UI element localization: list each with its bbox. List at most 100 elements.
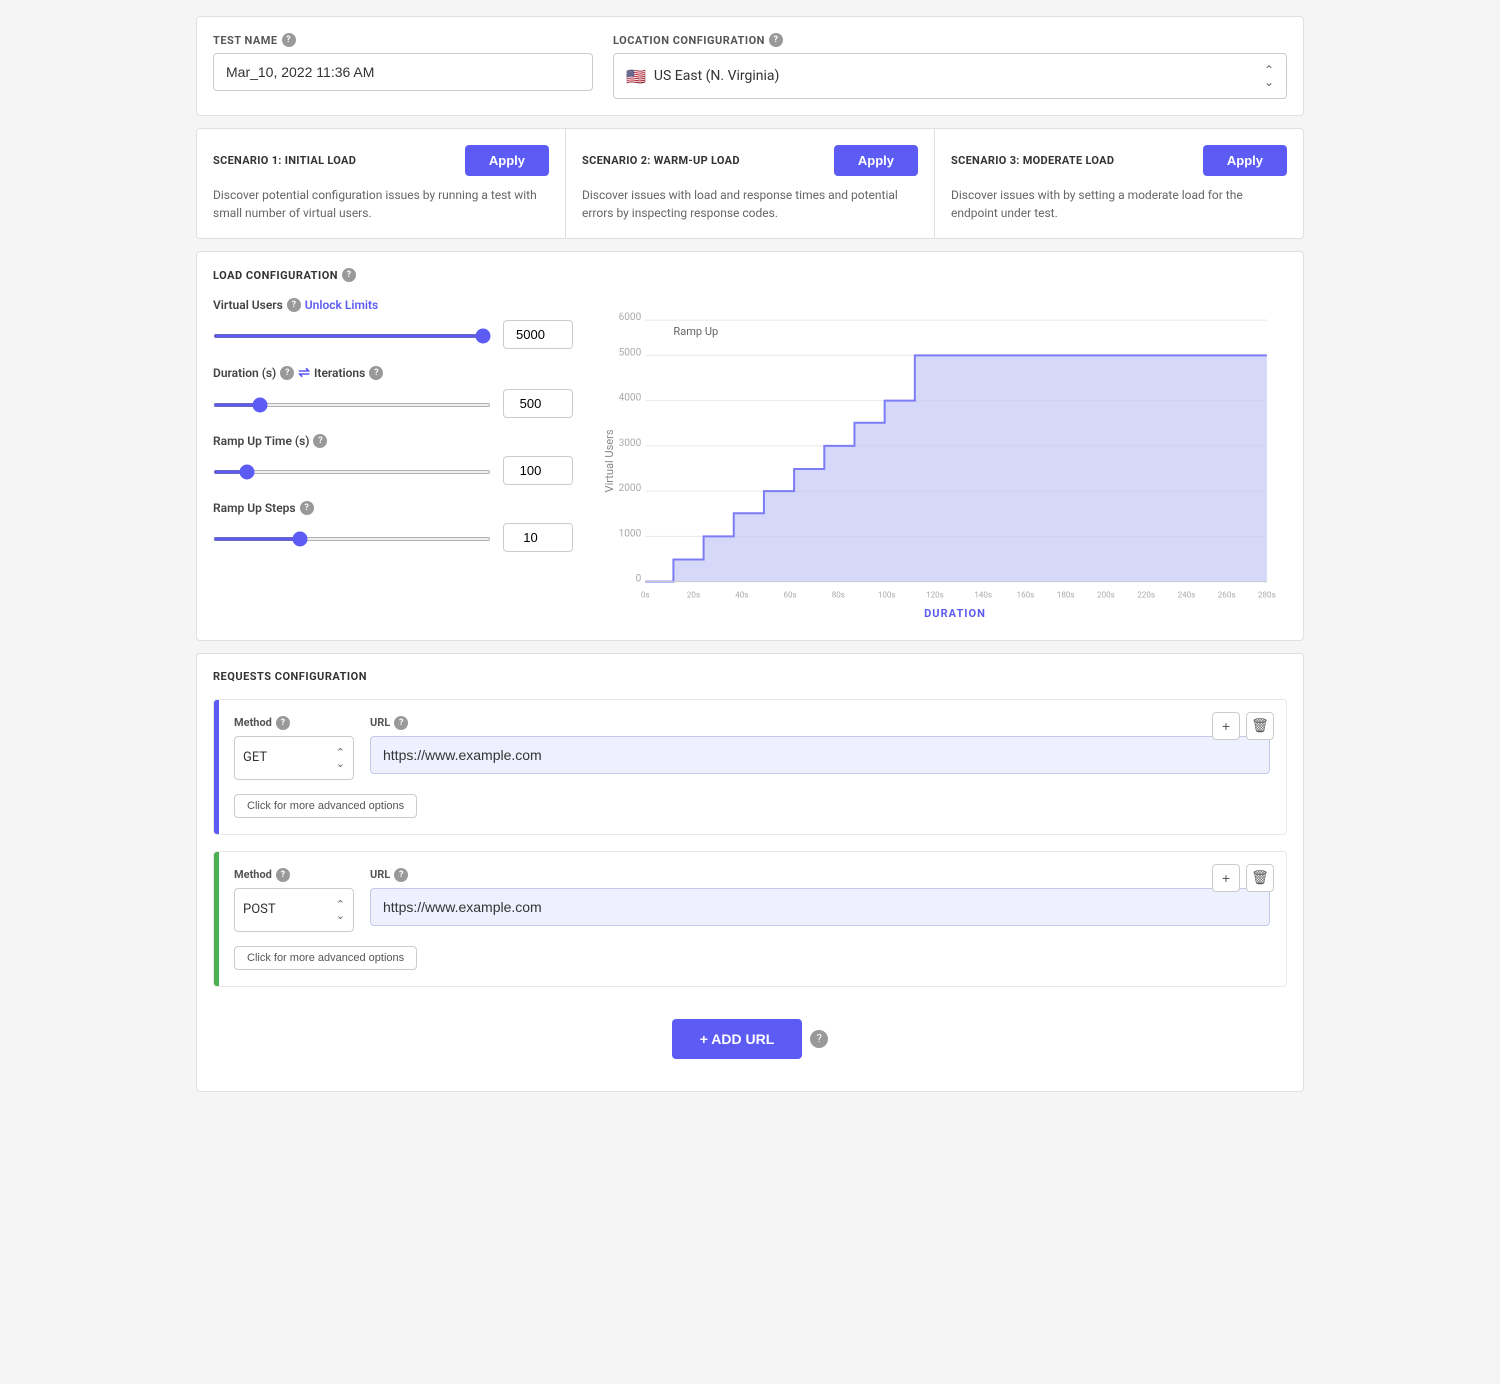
scenario-1-apply-button[interactable]: Apply xyxy=(465,145,549,176)
add-url-button[interactable]: + ADD URL xyxy=(672,1019,803,1059)
scenario-section: SCENARIO 1: INITIAL LOAD Apply Discover … xyxy=(196,128,1304,239)
location-group: LOCATION CONFIGURATION ? 🇺🇸 US East (N. … xyxy=(613,33,1287,99)
scenario-3-desc: Discover issues with by setting a modera… xyxy=(951,186,1287,222)
request-row-1-method-value: GET xyxy=(243,750,267,765)
iterations-help-icon[interactable]: ? xyxy=(369,366,383,380)
request-row-1-url-input[interactable] xyxy=(370,736,1270,774)
svg-text:160s: 160s xyxy=(1017,591,1035,600)
svg-text:100s: 100s xyxy=(878,591,896,600)
ramp-up-steps-label: Ramp Up Steps xyxy=(213,501,296,515)
request-row-1-method-label: Method ? xyxy=(234,716,354,730)
ramp-up-steps-slider[interactable] xyxy=(213,537,491,541)
request-row-2-url-label: URL ? xyxy=(370,868,1270,882)
svg-text:0: 0 xyxy=(636,574,642,585)
virtual-users-label: Virtual Users xyxy=(213,298,283,312)
scenario-1-desc: Discover potential configuration issues … xyxy=(213,186,549,222)
test-name-help-icon[interactable]: ? xyxy=(282,33,296,47)
test-name-input[interactable] xyxy=(213,53,593,91)
scenario-1-title: SCENARIO 1: INITIAL LOAD xyxy=(213,154,356,167)
request-row-1: + 🗑 Method ? GET ⌃⌄ xyxy=(213,699,1287,835)
request-row-1-add-button[interactable]: + xyxy=(1212,712,1240,740)
request-row-2-bar xyxy=(214,852,219,986)
svg-text:40s: 40s xyxy=(735,591,748,600)
svg-text:4000: 4000 xyxy=(619,393,642,404)
svg-text:180s: 180s xyxy=(1057,591,1075,600)
request-row-1-url-label: URL ? xyxy=(370,716,1270,730)
request-row-2-method-select[interactable]: POST ⌃⌄ xyxy=(234,888,354,932)
svg-text:240s: 240s xyxy=(1178,591,1196,600)
request-row-2-delete-button[interactable]: 🗑 xyxy=(1246,864,1274,892)
ramp-up-steps-help-icon[interactable]: ? xyxy=(300,501,314,515)
request-row-1-method-select[interactable]: GET ⌃⌄ xyxy=(234,736,354,780)
virtual-users-control: Virtual Users ? Unlock Limits xyxy=(213,298,573,349)
svg-text:3000: 3000 xyxy=(619,438,642,449)
svg-text:0s: 0s xyxy=(641,591,650,600)
request-row-2-method-label: Method ? xyxy=(234,868,354,882)
load-config-title: LOAD CONFIGURATION ? xyxy=(213,268,1287,282)
location-help-icon[interactable]: ? xyxy=(769,33,783,47)
requests-config-title: REQUESTS CONFIGURATION xyxy=(213,670,1287,683)
url-1-help-icon[interactable]: ? xyxy=(394,716,408,730)
duration-help-icon[interactable]: ? xyxy=(280,366,294,380)
scenario-card-3: SCENARIO 3: MODERATE LOAD Apply Discover… xyxy=(935,129,1303,238)
unlock-limits-link[interactable]: Unlock Limits xyxy=(305,298,378,312)
ramp-up-time-slider[interactable] xyxy=(213,470,491,474)
url-2-help-icon[interactable]: ? xyxy=(394,868,408,882)
scenario-2-desc: Discover issues with load and response t… xyxy=(582,186,918,222)
x-axis-label: DURATION xyxy=(924,607,986,620)
y-axis-label: Virtual Users xyxy=(603,429,616,492)
add-url-help-icon[interactable]: ? xyxy=(810,1030,828,1048)
ramp-up-time-help-icon[interactable]: ? xyxy=(313,434,327,448)
request-row-1-method-group: Method ? GET ⌃⌄ xyxy=(234,716,354,780)
scenario-3-title: SCENARIO 3: MODERATE LOAD xyxy=(951,154,1114,167)
scenario-2-title: SCENARIO 2: WARM-UP LOAD xyxy=(582,154,740,167)
swap-icon[interactable]: ⇌ xyxy=(298,365,310,381)
load-controls: Virtual Users ? Unlock Limits Duration xyxy=(213,298,573,624)
svg-text:220s: 220s xyxy=(1137,591,1155,600)
load-chart: Virtual Users 0 1000 2000 3000 4000 5000… xyxy=(603,298,1287,624)
request-row-1-advanced-button[interactable]: Click for more advanced options xyxy=(234,794,417,818)
scenario-card-1: SCENARIO 1: INITIAL LOAD Apply Discover … xyxy=(197,129,566,238)
svg-text:200s: 200s xyxy=(1097,591,1115,600)
svg-text:140s: 140s xyxy=(974,591,992,600)
request-row-1-bar xyxy=(214,700,219,834)
request-row-2: + 🗑 Method ? POST ⌃⌄ xyxy=(213,851,1287,987)
svg-text:20s: 20s xyxy=(687,591,700,600)
virtual-users-input[interactable] xyxy=(503,320,573,349)
virtual-users-help-icon[interactable]: ? xyxy=(287,298,301,312)
method-2-help-icon[interactable]: ? xyxy=(276,868,290,882)
svg-text:280s: 280s xyxy=(1258,591,1276,600)
svg-text:1000: 1000 xyxy=(619,528,642,539)
ramp-up-time-input[interactable] xyxy=(503,456,573,485)
scenario-2-apply-button[interactable]: Apply xyxy=(834,145,918,176)
location-select[interactable]: 🇺🇸 US East (N. Virginia) ⌃ ⌄ xyxy=(613,53,1287,99)
request-row-2-add-button[interactable]: + xyxy=(1212,864,1240,892)
svg-text:6000: 6000 xyxy=(619,312,642,323)
duration-input[interactable] xyxy=(503,389,573,418)
ramp-up-steps-input[interactable] xyxy=(503,523,573,552)
location-label: LOCATION CONFIGURATION ? xyxy=(613,33,1287,47)
requests-configuration-section: REQUESTS CONFIGURATION + 🗑 Method ? xyxy=(196,653,1304,1092)
request-row-2-advanced-button[interactable]: Click for more advanced options xyxy=(234,946,417,970)
request-row-1-delete-button[interactable]: 🗑 xyxy=(1246,712,1274,740)
request-row-2-method-group: Method ? POST ⌃⌄ xyxy=(234,868,354,932)
svg-text:80s: 80s xyxy=(832,591,845,600)
svg-text:2000: 2000 xyxy=(619,483,642,494)
request-row-2-url-group: URL ? xyxy=(370,868,1270,926)
virtual-users-slider[interactable] xyxy=(213,334,491,338)
load-config-help-icon[interactable]: ? xyxy=(342,268,356,282)
method-1-help-icon[interactable]: ? xyxy=(276,716,290,730)
add-url-section: + ADD URL ? xyxy=(213,1003,1287,1075)
scenario-3-apply-button[interactable]: Apply xyxy=(1203,145,1287,176)
load-configuration-section: LOAD CONFIGURATION ? Virtual Users ? Unl… xyxy=(196,251,1304,641)
svg-text:60s: 60s xyxy=(784,591,797,600)
duration-label: Duration (s) xyxy=(213,366,276,380)
ramp-up-steps-control: Ramp Up Steps ? xyxy=(213,501,573,552)
iterations-label: Iterations xyxy=(314,366,365,380)
duration-control: Duration (s) ? ⇌ Iterations ? xyxy=(213,365,573,418)
duration-slider[interactable] xyxy=(213,403,491,407)
request-row-2-url-input[interactable] xyxy=(370,888,1270,926)
location-flag: 🇺🇸 xyxy=(626,67,646,86)
ramp-up-time-control: Ramp Up Time (s) ? xyxy=(213,434,573,485)
svg-text:260s: 260s xyxy=(1218,591,1236,600)
